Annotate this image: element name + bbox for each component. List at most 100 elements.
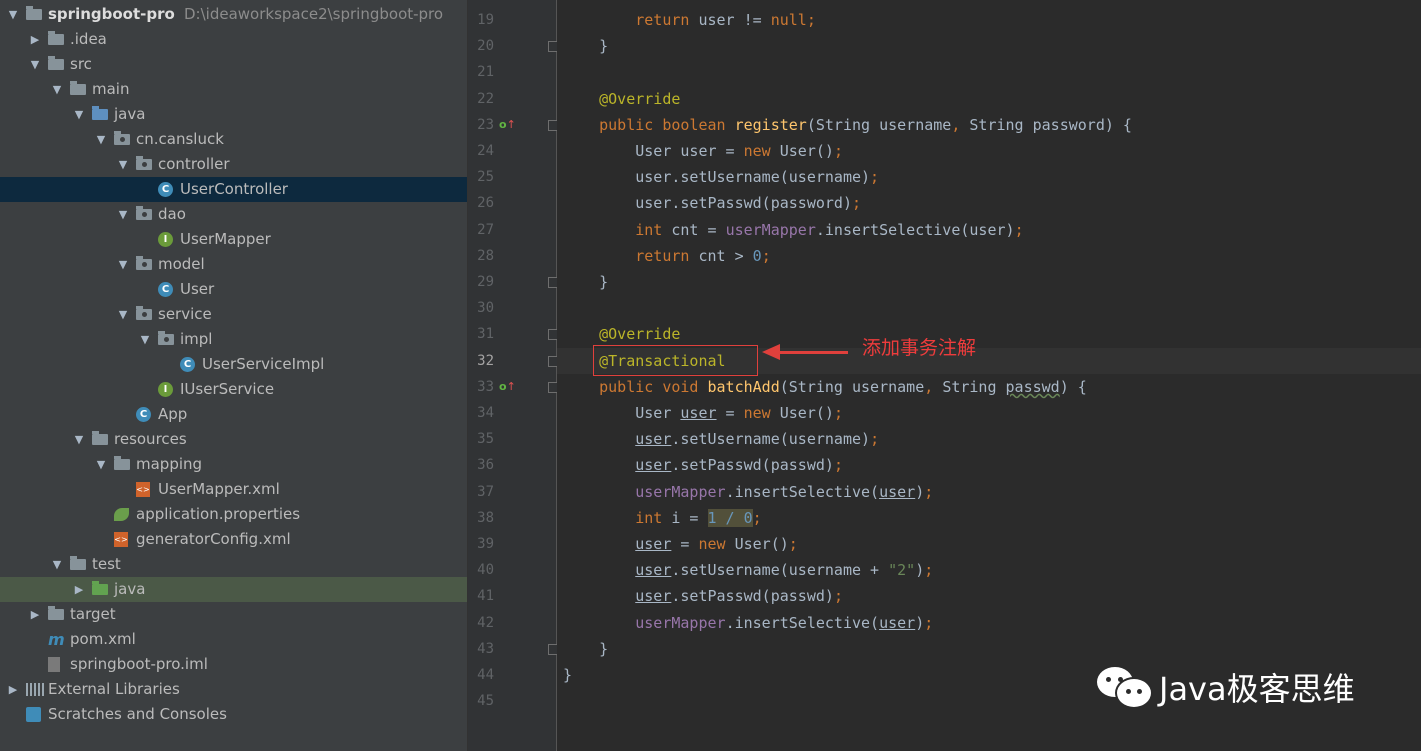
override-marker-icon[interactable]: o↑: [499, 112, 519, 138]
expand-arrow-icon[interactable]: ▼: [138, 327, 152, 352]
tree-item[interactable]: ▼ test: [0, 552, 467, 577]
tree-item[interactable]: ▶ .idea: [0, 27, 467, 52]
code-line[interactable]: @Override: [557, 86, 1421, 112]
line-number: 24: [477, 143, 494, 159]
tree-item[interactable]: ▼ main: [0, 77, 467, 102]
expand-arrow-icon[interactable]: ▼: [72, 102, 86, 127]
expand-arrow-icon[interactable]: ▼: [94, 127, 108, 152]
code-line-text: userMapper.insertSelective(user);: [563, 479, 933, 505]
expand-arrow-icon[interactable]: ▼: [116, 202, 130, 227]
expand-arrow-icon[interactable]: ▼: [28, 52, 42, 77]
tree-item[interactable]: C UserServiceImpl: [0, 352, 467, 377]
tree-item[interactable]: ▼ resources: [0, 427, 467, 452]
tree-item[interactable]: springboot-pro.iml: [0, 652, 467, 677]
package-icon: [136, 256, 152, 270]
tree-item[interactable]: ▶ java: [0, 577, 467, 602]
override-marker-icon[interactable]: o↑: [499, 374, 519, 400]
collapse-arrow-icon[interactable]: ▶: [72, 577, 86, 602]
code-line[interactable]: user.setUsername(username);: [557, 164, 1421, 190]
tree-item[interactable]: ▶ External Libraries: [0, 677, 467, 702]
code-line[interactable]: userMapper.insertSelective(user);: [557, 479, 1421, 505]
package-icon: [136, 306, 152, 320]
line-number: 42: [477, 614, 494, 631]
expand-arrow-icon[interactable]: ▼: [72, 427, 86, 452]
tree-item[interactable]: ▼ java: [0, 102, 467, 127]
tree-item-label: test: [92, 555, 121, 573]
tree-item[interactable]: ▼ impl: [0, 327, 467, 352]
code-line-text: int i = 1 / 0;: [563, 505, 762, 531]
code-line[interactable]: public boolean register(String username,…: [557, 112, 1421, 138]
code-token: ): [915, 561, 925, 580]
tree-item[interactable]: <> UserMapper.xml: [0, 477, 467, 502]
code-line[interactable]: user.setPasswd(password);: [557, 190, 1421, 216]
code-token: ;: [833, 587, 843, 606]
code-line[interactable]: userMapper.insertSelective(user);: [557, 610, 1421, 636]
code-line[interactable]: }: [557, 269, 1421, 295]
code-line[interactable]: int cnt = userMapper.insertSelective(use…: [557, 217, 1421, 243]
tree-item[interactable]: C User: [0, 277, 467, 302]
code-line[interactable]: user.setPasswd(passwd);: [557, 452, 1421, 478]
code-token: .setUsername(username): [671, 430, 871, 449]
code-line[interactable]: User user = new User();: [557, 400, 1421, 426]
tree-item[interactable]: ▼ mapping: [0, 452, 467, 477]
tree-item[interactable]: ▼ src: [0, 52, 467, 77]
tree-item-label: dao: [158, 205, 186, 223]
expand-arrow-icon[interactable]: ▼: [50, 552, 64, 577]
collapse-arrow-icon[interactable]: ▶: [28, 27, 42, 52]
folder-icon: [48, 31, 64, 45]
code-line[interactable]: int i = 1 / 0;: [557, 505, 1421, 531]
code-token: null: [770, 11, 807, 29]
tree-item[interactable]: C App: [0, 402, 467, 427]
tree-item-label: springboot-pro.iml: [70, 655, 208, 673]
code-token: ;: [870, 168, 880, 187]
tree-item[interactable]: ▼ springboot-pro D:\ideaworkspace2\springb…: [0, 2, 467, 27]
code-line-text: }: [563, 33, 608, 59]
folder-icon: [114, 456, 130, 470]
code-line[interactable]: user.setUsername(username + "2");: [557, 557, 1421, 583]
code-line[interactable]: [557, 59, 1421, 85]
tree-item[interactable]: ▼ cn.cansluck: [0, 127, 467, 152]
collapse-arrow-icon[interactable]: ▶: [28, 602, 42, 627]
expand-arrow-icon[interactable]: ▼: [116, 152, 130, 177]
tree-item[interactable]: ▼ dao: [0, 202, 467, 227]
code-line[interactable]: return cnt > 0;: [557, 243, 1421, 269]
code-line[interactable]: user.setUsername(username);: [557, 426, 1421, 452]
expand-arrow-icon[interactable]: ▼: [94, 452, 108, 477]
code-token: batchAdd: [707, 377, 780, 396]
code-line[interactable]: user = new User();: [557, 531, 1421, 557]
tree-item[interactable]: I UserMapper: [0, 227, 467, 252]
tree-item[interactable]: <> generatorConfig.xml: [0, 527, 467, 552]
tree-item[interactable]: I IUserService: [0, 377, 467, 402]
code-line-text: public boolean register(String username,…: [563, 112, 1132, 138]
tree-item[interactable]: ▼ controller: [0, 152, 467, 177]
collapse-arrow-icon[interactable]: ▶: [6, 677, 20, 702]
code-line[interactable]: user.setPasswd(passwd);: [557, 583, 1421, 609]
resources-folder-icon: [92, 431, 108, 445]
expand-arrow-icon[interactable]: ▼: [6, 2, 20, 27]
code-line[interactable]: }: [557, 636, 1421, 662]
expand-arrow-icon[interactable]: ▼: [116, 302, 130, 327]
tree-item-label: pom.xml: [70, 630, 136, 648]
code-token: .setPasswd(passwd): [671, 587, 834, 606]
line-number: 27: [477, 221, 494, 238]
expand-arrow-icon[interactable]: ▼: [50, 77, 64, 102]
code-line[interactable]: return user != null;: [557, 7, 1421, 33]
tree-item[interactable]: ▼ service: [0, 302, 467, 327]
tree-item[interactable]: C UserController: [0, 177, 467, 202]
code-line[interactable]: @Override: [557, 321, 1421, 347]
code-line[interactable]: User user = new User();: [557, 138, 1421, 164]
tree-item[interactable]: ▼ model: [0, 252, 467, 277]
code-token: public void: [599, 377, 708, 396]
code-line[interactable]: public void batchAdd(String username, St…: [557, 374, 1421, 400]
tree-item[interactable]: m pom.xml: [0, 627, 467, 652]
tree-item[interactable]: Scratches and Consoles: [0, 702, 467, 727]
interface-icon: I: [158, 232, 173, 247]
code-line[interactable]: [557, 295, 1421, 321]
tree-item[interactable]: application.properties: [0, 502, 467, 527]
watermark: Java极客思维: [1095, 662, 1355, 712]
code-line[interactable]: }: [557, 33, 1421, 59]
expand-arrow-icon[interactable]: ▼: [116, 252, 130, 277]
package-icon: [158, 331, 174, 345]
tree-item[interactable]: ▶ target: [0, 602, 467, 627]
